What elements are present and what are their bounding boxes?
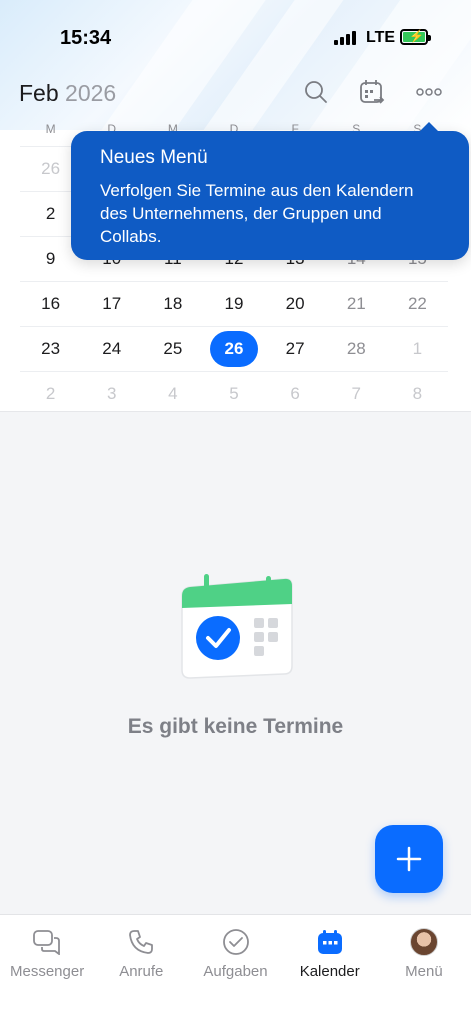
week-row: 16 17 18 19 20 21 22	[20, 281, 448, 326]
tab-tasks[interactable]: Aufgaben	[188, 915, 282, 1024]
day-cell[interactable]: 5	[203, 372, 264, 416]
calendar-check-icon	[176, 574, 296, 684]
day-cell[interactable]: 6	[265, 372, 326, 416]
day-cell[interactable]: 4	[142, 372, 203, 416]
day-cell[interactable]: 24	[81, 327, 142, 371]
tab-label: Menü	[405, 963, 443, 980]
weekday-label: M	[45, 122, 56, 136]
tab-calls[interactable]: Anrufe	[94, 915, 188, 1024]
day-cell[interactable]: 2	[20, 372, 81, 416]
day-cell[interactable]: 22	[387, 282, 448, 326]
avatar	[409, 928, 438, 956]
day-cell[interactable]: 1	[387, 327, 448, 371]
chat-bubbles-icon	[32, 927, 62, 957]
tab-menu[interactable]: Menü	[377, 915, 471, 1024]
week-row: 2 3 4 5 6 7 8	[20, 371, 448, 416]
day-cell[interactable]: 16	[20, 282, 81, 326]
day-cell[interactable]: 21	[326, 282, 387, 326]
status-time: 15:34	[60, 27, 112, 49]
avatar-icon	[409, 927, 439, 957]
tab-messenger[interactable]: Messenger	[0, 915, 94, 1024]
network-label: LTE	[366, 29, 396, 46]
tab-label: Messenger	[10, 963, 85, 980]
more-icon[interactable]	[415, 78, 443, 106]
phone-icon	[126, 927, 156, 957]
add-event-button[interactable]	[375, 825, 443, 893]
empty-state-text: Es gibt keine Termine	[127, 715, 344, 738]
day-cell[interactable]: 28	[326, 327, 387, 371]
tab-label: Kalender	[299, 963, 360, 980]
year-label: 2026	[65, 80, 117, 106]
month-year-title[interactable]: Feb 2026	[19, 80, 116, 107]
day-cell[interactable]: 20	[265, 282, 326, 326]
tab-label: Aufgaben	[203, 963, 268, 980]
search-icon[interactable]	[302, 78, 330, 106]
day-cell[interactable]: 7	[326, 372, 387, 416]
month-label: Feb	[19, 80, 59, 106]
new-menu-tooltip[interactable]: Neues Menü Verfolgen Sie Termine aus den…	[71, 122, 469, 260]
calendar-share-icon[interactable]	[358, 78, 386, 106]
calendar-icon	[315, 927, 345, 957]
day-cell[interactable]: 27	[265, 327, 326, 371]
today-date: 26	[209, 331, 258, 367]
day-cell[interactable]: 23	[20, 327, 81, 371]
tab-label: Anrufe	[119, 963, 164, 980]
signal-icon	[334, 31, 356, 45]
day-cell[interactable]: 17	[81, 282, 142, 326]
plus-icon	[396, 846, 422, 872]
day-cell[interactable]: 19	[203, 282, 264, 326]
day-cell[interactable]: 8	[387, 372, 448, 416]
tooltip-title: Neues Menü	[100, 147, 208, 168]
check-circle-icon	[221, 927, 251, 957]
battery-icon: ⚡	[400, 29, 431, 45]
week-row: 23 24 25 26 27 28 1	[20, 326, 448, 371]
tooltip-body: Verfolgen Sie Termine aus den Kalendern …	[100, 181, 414, 246]
status-bar: 15:34 LTE ⚡	[0, 0, 471, 70]
tab-bar: Messenger Anrufe Aufgaben Kalender Menü	[0, 914, 471, 1024]
tab-calendar[interactable]: Kalender	[283, 915, 377, 1024]
day-cell[interactable]: 18	[142, 282, 203, 326]
divider	[0, 411, 471, 412]
day-cell[interactable]: 3	[81, 372, 142, 416]
day-cell[interactable]: 25	[142, 327, 203, 371]
calendar-header: Feb 2026	[0, 70, 471, 116]
today-cell[interactable]: 26	[203, 327, 264, 371]
tooltip-arrow	[419, 122, 439, 132]
